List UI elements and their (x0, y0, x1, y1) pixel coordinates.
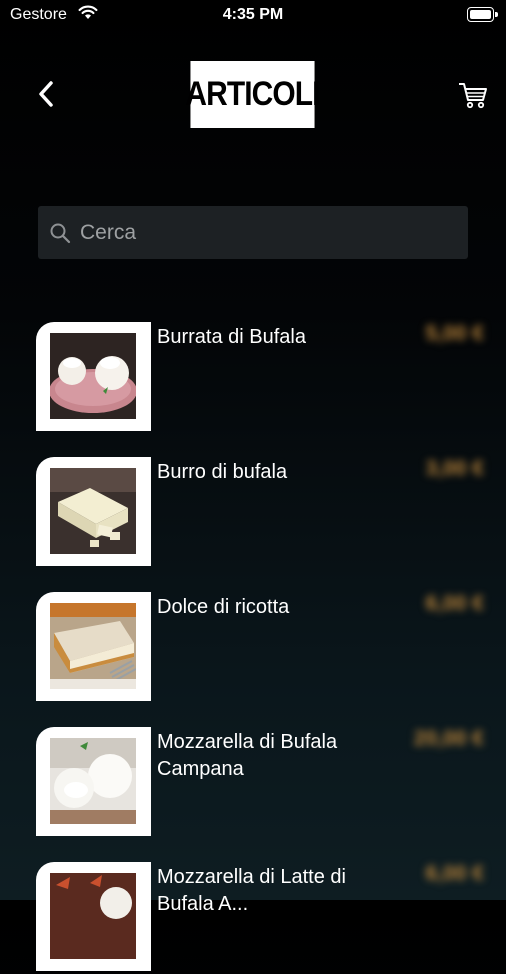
page-title: ARTICOLI (185, 61, 321, 128)
list-item[interactable]: Mozzarella di Latte di Bufala A... 6,00 … (0, 862, 506, 974)
product-thumbnail (36, 862, 151, 971)
product-thumbnail (36, 322, 151, 431)
product-price: 20,00 € (413, 727, 484, 750)
burrata-image (50, 333, 136, 419)
status-bar: Gestore 4:35 PM (0, 0, 506, 30)
search-bar (38, 206, 468, 259)
mozzarella-latte-image (50, 873, 136, 959)
cake-image (50, 603, 136, 689)
mozzarella-image (50, 738, 136, 824)
product-name: Burrata di Bufala (157, 326, 306, 348)
product-price: 6,00 € (425, 592, 484, 615)
product-name: Mozzarella di Latte di Bufala A... (157, 866, 346, 915)
battery-icon (467, 7, 498, 22)
product-thumbnail (36, 592, 151, 701)
clock: 4:35 PM (222, 6, 284, 23)
product-thumbnail (36, 457, 151, 566)
product-name: Mozzarella di Bufala Campana (157, 731, 338, 780)
search-input[interactable] (80, 206, 460, 259)
list-item[interactable]: Mozzarella di Bufala Campana 20,00 € (0, 727, 506, 839)
product-thumbnail (36, 727, 151, 836)
product-price: 3,00 € (425, 457, 484, 480)
product-price: 5,00 € (425, 322, 484, 345)
search-icon (49, 222, 71, 249)
product-price: 6,00 € (425, 862, 484, 885)
butter-image (50, 468, 136, 554)
cart-icon (459, 83, 487, 109)
product-name: Burro di bufala (157, 461, 288, 483)
chevron-left-icon (39, 81, 53, 107)
product-name: Dolce di ricotta (157, 596, 290, 618)
back-button[interactable] (32, 76, 62, 112)
cart-button[interactable] (457, 80, 489, 110)
list-item[interactable]: Burrata di Bufala 5,00 € (0, 322, 506, 434)
list-item[interactable]: Burro di bufala 3,00 € (0, 457, 506, 569)
list-item[interactable]: Dolce di ricotta 6,00 € (0, 592, 506, 704)
